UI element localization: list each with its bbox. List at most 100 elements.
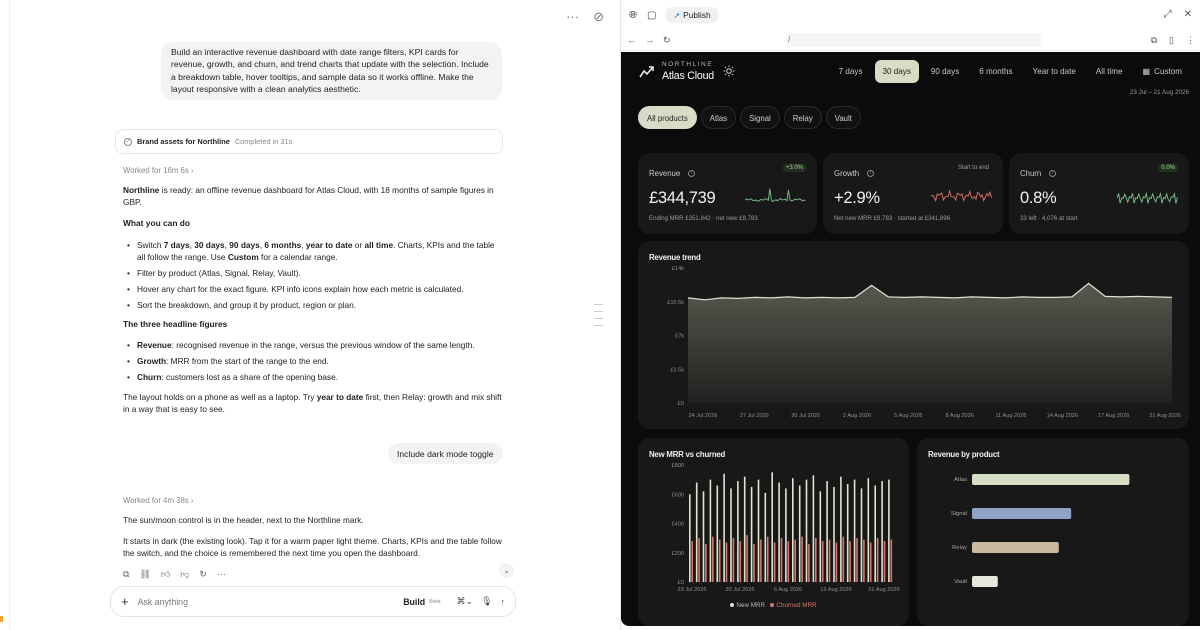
range-custom[interactable]: ▦ Custom xyxy=(1134,60,1190,83)
y-tick-label: £0 xyxy=(678,580,684,586)
range-7-days[interactable]: 7 days xyxy=(831,60,871,83)
send-icon[interactable]: ↑ xyxy=(501,597,506,607)
kpi-label: Churn i xyxy=(1020,169,1057,178)
range-30-days[interactable]: 30 days xyxy=(874,60,919,83)
new-mrr-bar xyxy=(819,491,822,582)
trend-logo-icon xyxy=(639,66,654,78)
text: The layout holds on a phone as well as a… xyxy=(123,392,317,402)
worked-label: Worked for 4m 38s xyxy=(123,496,189,505)
churned-mrr-bar xyxy=(691,541,693,582)
mrr-chart[interactable]: £800 £600 £400 £200 £023 Jul 2026 30 Jul 2026… xyxy=(638,438,909,626)
x-tick-label: 13 Aug 2026 xyxy=(820,587,851,593)
figures-list: Revenue: recognised revenue in the range… xyxy=(123,339,503,383)
more-icon[interactable]: ··· xyxy=(217,569,226,580)
task-status: Completed in 31s xyxy=(234,137,293,146)
back-icon[interactable]: ← xyxy=(627,35,636,45)
device-icon[interactable]: ▯ xyxy=(1169,35,1174,46)
sun-icon[interactable] xyxy=(723,65,735,77)
mic-icon[interactable]: 🎙︎ xyxy=(481,596,492,607)
plus-icon[interactable]: + xyxy=(121,594,129,609)
kpi-churn: Churn i 0.0% 0.8% 33 left · 4,076 at star… xyxy=(1009,153,1189,234)
churned-mrr-bar xyxy=(821,541,824,582)
minimap-tick xyxy=(594,311,603,312)
globe-icon[interactable]: 🌐︎ xyxy=(629,10,637,21)
range-all-time[interactable]: All time xyxy=(1088,60,1131,83)
task-card[interactable]: ✓ Brand assets for Northline Completed i… xyxy=(115,129,503,154)
more-icon[interactable]: ⋮ xyxy=(1186,35,1195,46)
churned-mrr-bar xyxy=(746,535,748,582)
churned-mrr-bar xyxy=(815,538,817,582)
user-message: Include dark mode toggle xyxy=(388,443,503,464)
forward-icon[interactable]: → xyxy=(645,35,654,45)
copy-icon[interactable]: ⧉ xyxy=(123,569,129,580)
new-mrr-bar xyxy=(867,478,870,582)
worked-duration[interactable]: Worked for 4m 38s › xyxy=(123,496,194,505)
thumbs-down-icon[interactable]: 👎︎ xyxy=(180,569,189,580)
x-tick-label: 11 Aug 2026 xyxy=(995,413,1026,419)
expand-icon[interactable]: ⤢ xyxy=(1164,9,1172,20)
thumbs-up-icon[interactable]: 👍︎ xyxy=(161,569,170,580)
share-link-icon[interactable]: ⛓ xyxy=(139,569,150,580)
more-icon[interactable]: ··· xyxy=(566,9,579,25)
mode-dropdown-icon[interactable]: ⌘⌄ xyxy=(457,596,474,607)
range-6-months[interactable]: 6 months xyxy=(971,60,1020,83)
composer[interactable]: + Ask anything Build Beta ⌘⌄ 🎙︎ ↑ xyxy=(110,586,516,617)
worked-duration[interactable]: Worked for 16m 6s › xyxy=(123,166,194,175)
product-relay[interactable]: Relay xyxy=(783,106,822,129)
brand-eyebrow: NORTHLINE xyxy=(662,61,714,68)
intro-text: is ready: an offline revenue dashboard f… xyxy=(123,185,494,207)
range-year-to-date[interactable]: Year to date xyxy=(1025,60,1084,83)
info-icon[interactable]: i xyxy=(867,170,875,177)
worked-label: Worked for 16m 6s xyxy=(123,166,189,175)
new-mrr-bar xyxy=(771,472,773,582)
product-chart[interactable]: Atlas Signal Relay Vault xyxy=(917,438,1189,626)
category-label: Atlas xyxy=(954,477,967,483)
churned-mrr-bar xyxy=(794,539,796,582)
product-vault[interactable]: Vault xyxy=(825,106,861,129)
what-heading: What you can do xyxy=(123,218,190,228)
new-mrr-bar xyxy=(798,485,801,582)
chat-panel: ··· ⊘ Build an interactive revenue dashb… xyxy=(0,0,620,630)
product-all[interactable]: All products xyxy=(638,106,697,129)
y-tick-label: £400 xyxy=(672,522,684,528)
open-external-icon[interactable]: ⧉ xyxy=(1151,35,1157,46)
retry-icon[interactable]: ↻ xyxy=(199,569,207,580)
x-tick-label: 24 Jul 2026 xyxy=(689,413,718,419)
kpi-subtext: Ending MRR £351,842 · net new £8,783 xyxy=(649,215,758,222)
kpi-value: £344,739 xyxy=(649,189,716,207)
y-tick-label: £7k xyxy=(675,334,684,340)
product-atlas[interactable]: Atlas xyxy=(700,106,737,129)
x-tick-label: 27 Jul 2026 xyxy=(740,413,769,419)
figures-section: The three headline figures Revenue: reco… xyxy=(123,318,503,387)
churned-mrr-bar xyxy=(863,539,865,582)
close-icon[interactable]: ✕ xyxy=(1184,9,1192,20)
kpi-badge: Start to end xyxy=(957,165,989,171)
range-90-days[interactable]: 90 days xyxy=(923,60,967,83)
minimap-tick xyxy=(594,325,603,326)
publish-button[interactable]: ➚ Publish xyxy=(666,7,718,23)
text: : recognised revenue in the range, versu… xyxy=(171,340,475,350)
info-icon[interactable]: i xyxy=(1049,170,1057,177)
sparkline-path xyxy=(1117,191,1178,204)
x-tick-label: 21 Aug 2026 xyxy=(1149,413,1180,419)
new-mrr-bar xyxy=(695,482,698,582)
rocket-icon: ➚ xyxy=(673,10,681,20)
revenue-trend-chart[interactable]: £14k £10.5k £7k £3.5k £0 24 Jul 2026 27 Jul 20… xyxy=(638,241,1189,429)
churned-mrr-bar xyxy=(869,542,872,582)
info-icon[interactable]: i xyxy=(688,170,696,177)
window-icon[interactable]: ▢ xyxy=(647,10,656,21)
x-tick-label: 6 Aug 2026 xyxy=(774,587,802,593)
reload-icon[interactable]: ↻ xyxy=(663,35,671,46)
new-mrr-bar xyxy=(846,484,849,582)
new-mrr-bar xyxy=(750,486,753,582)
product-signal[interactable]: Signal xyxy=(740,106,780,129)
kpi-label-text: Churn xyxy=(1020,169,1042,178)
url-field[interactable]: / xyxy=(786,33,1041,47)
product-bar xyxy=(972,474,1130,485)
scroll-down-button[interactable]: ⌄ xyxy=(499,563,514,578)
link-icon[interactable]: ⊘ xyxy=(593,9,604,25)
chat-input[interactable]: Ask anything xyxy=(138,597,404,607)
mode-label[interactable]: Build xyxy=(403,597,425,607)
legend-dot xyxy=(770,603,775,607)
scroll-minimap[interactable] xyxy=(594,304,603,332)
